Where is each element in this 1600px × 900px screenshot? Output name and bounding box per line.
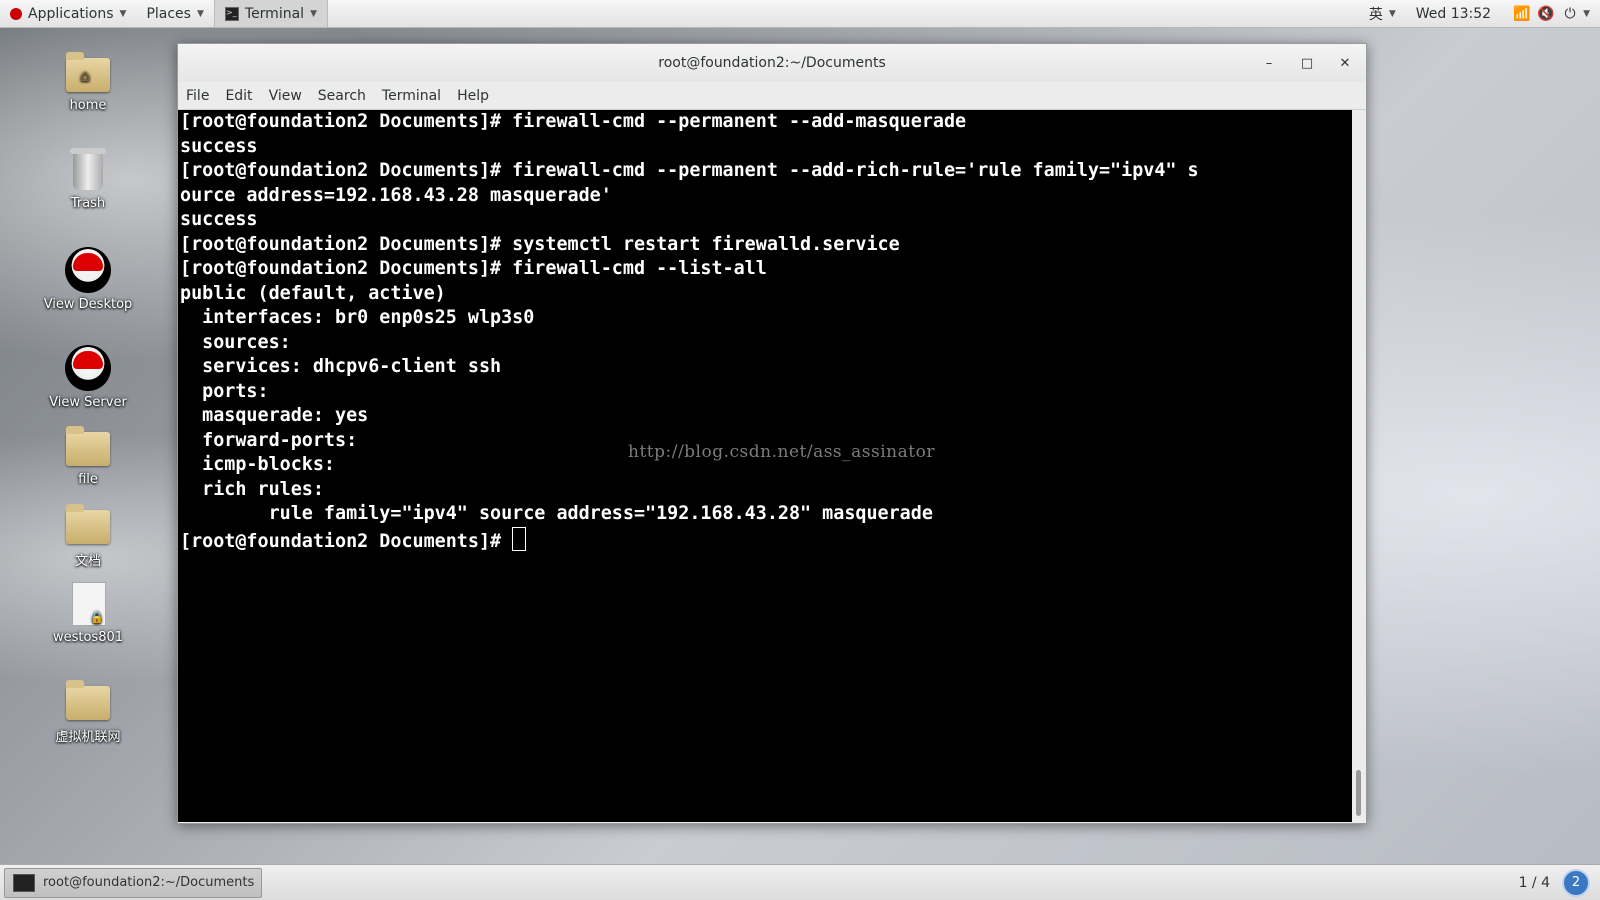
desktop-icon-label: file [78, 472, 98, 487]
chevron-down-icon: ▼ [1583, 8, 1590, 19]
minimize-button[interactable]: – [1258, 56, 1280, 71]
applications-menu[interactable]: Applications ▼ [0, 0, 136, 27]
terminal-line: [root@foundation2 Documents]# firewall-c… [180, 111, 967, 132]
terminal-icon: >_ [224, 6, 239, 21]
trash-icon [65, 146, 111, 192]
desktop-icon-label: 文档 [74, 554, 101, 569]
terminal-line: [root@foundation2 Documents]# systemctl … [180, 233, 900, 255]
menu-file[interactable]: File [178, 88, 217, 104]
desktop-icon-documents[interactable]: 文档 [38, 500, 138, 569]
workspace-indicator[interactable]: 1 / 4 [1519, 875, 1550, 891]
terminal-window[interactable]: root@foundation2:~/Documents – □ ✕ File … [177, 43, 1367, 824]
chevron-down-icon: ▼ [1388, 8, 1396, 19]
terminal-line: ource address=192.168.43.28 masquerade' [180, 184, 612, 206]
terminal-scrollbar[interactable] [1352, 110, 1364, 822]
desktop-icon-view-desktop[interactable]: View Desktop [38, 247, 138, 312]
clock[interactable]: Wed 13:52 [1406, 0, 1501, 27]
places-menu[interactable]: Places ▼ [136, 0, 213, 27]
home-folder-icon: ⌂ [65, 48, 111, 94]
bottom-panel: root@foundation2:~/Documents 1 / 4 2 [0, 864, 1600, 900]
terminal-line: rich rules: [180, 478, 336, 500]
desktop-icon-home[interactable]: ⌂ home [38, 48, 138, 113]
folder-icon [65, 422, 111, 468]
terminal-line: ports: [180, 380, 280, 402]
desktop-icon-vm-network[interactable]: 虚拟机联网 [38, 676, 138, 745]
terminal-app-menu[interactable]: >_ Terminal ▼ [213, 0, 328, 27]
terminal-label: Terminal [244, 5, 305, 22]
terminal-line: services: dhcpv6-client ssh [180, 356, 502, 377]
scrollbar-thumb[interactable] [1356, 770, 1361, 816]
desktop-icon-label: home [69, 98, 107, 113]
folder-icon [65, 500, 111, 546]
terminal-prompt-line: [root@foundation2 Documents]# [178, 526, 1352, 552]
desktop-icon-trash[interactable]: Trash [38, 146, 138, 211]
taskbar-window-label: root@foundation2:~/Documents [43, 875, 255, 890]
clock-label: Wed 13:52 [1415, 5, 1492, 22]
terminal-line: [root@foundation2 Documents]# firewall-c… [180, 160, 1199, 181]
input-method-menu[interactable]: 英 ▼ [1359, 0, 1406, 27]
terminal-line: interfaces: br0 enp0s25 wlp3s0 [180, 307, 535, 328]
desktop-icon-label: Trash [70, 196, 106, 211]
maximize-button[interactable]: □ [1296, 56, 1318, 71]
redhat-logo-icon [10, 7, 22, 20]
menu-help[interactable]: Help [449, 88, 497, 104]
terminal-line: [root@foundation2 Documents]# firewall-c… [180, 258, 767, 279]
taskbar-window-button[interactable]: root@foundation2:~/Documents [4, 867, 262, 898]
chevron-down-icon: ▼ [196, 8, 204, 19]
desktop-icon-view-server[interactable]: View Server [38, 345, 138, 410]
desktop-icon-label: 虚拟机联网 [55, 730, 121, 745]
terminal-line: public (default, active) [180, 282, 446, 304]
watermark: http://blog.csdn.net/ass_assinator [628, 442, 935, 462]
terminal-output[interactable]: [root@foundation2 Documents]# firewall-c… [178, 110, 1352, 822]
terminal-line: success [180, 209, 258, 230]
volume-muted-icon: 🔇 [1537, 5, 1555, 22]
menu-view[interactable]: View [261, 88, 310, 104]
terminal-icon [13, 873, 35, 892]
terminal-line: success [180, 135, 258, 157]
close-button[interactable]: ✕ [1334, 56, 1356, 71]
menu-terminal[interactable]: Terminal [374, 88, 449, 104]
chevron-down-icon: ▼ [119, 8, 127, 19]
terminal-line: masquerade: yes [180, 405, 369, 426]
top-panel: Applications ▼ Places ▼ >_ Terminal ▼ 英 … [0, 0, 1600, 28]
menu-edit[interactable]: Edit [217, 88, 260, 104]
desktop-icon-label: View Desktop [43, 297, 133, 312]
desktop-icon-label: View Server [49, 395, 127, 410]
menu-search[interactable]: Search [310, 88, 374, 104]
window-titlebar[interactable]: root@foundation2:~/Documents – □ ✕ [178, 44, 1366, 82]
input-method-label: 英 [1368, 6, 1383, 23]
locked-document-icon [65, 580, 111, 626]
power-icon: ⏻ [1564, 5, 1576, 22]
notification-badge[interactable]: 2 [1562, 868, 1590, 897]
desktop-icon-label: westos801 [52, 630, 124, 645]
terminal-line: rule family="ipv4" source address="192.1… [180, 503, 933, 524]
text-cursor [512, 526, 527, 551]
terminal-line: sources: [180, 331, 302, 353]
terminal-prompt: [root@foundation2 Documents]# [180, 530, 513, 552]
desktop-icon-file[interactable]: file [38, 422, 138, 487]
redhat-icon [65, 247, 111, 293]
desktop-icon-westos801[interactable]: westos801 [38, 580, 138, 645]
menubar: File Edit View Search Terminal Help [178, 82, 1366, 110]
redhat-icon [65, 345, 111, 391]
places-label: Places [146, 5, 191, 22]
applications-label: Applications [28, 5, 114, 22]
folder-icon [65, 676, 111, 722]
chevron-down-icon: ▼ [310, 8, 317, 19]
wifi-icon: 📶 [1513, 5, 1531, 22]
window-title: root@foundation2:~/Documents [658, 55, 886, 71]
system-status-menu[interactable]: 📶 🔇 ⏻ ▼ [1501, 0, 1600, 27]
